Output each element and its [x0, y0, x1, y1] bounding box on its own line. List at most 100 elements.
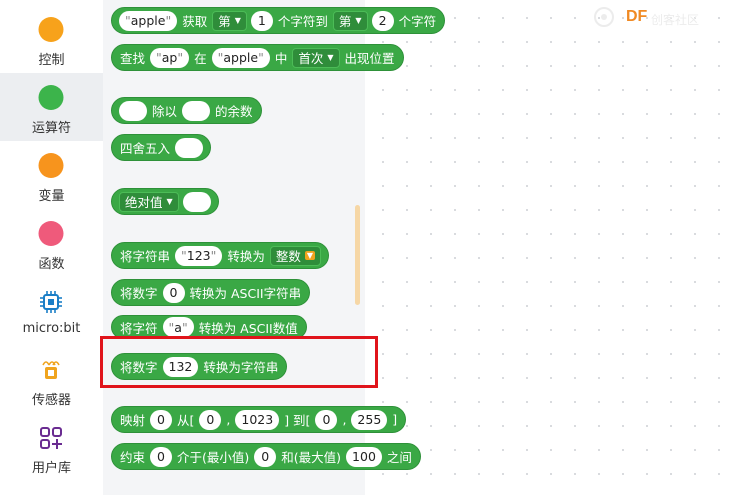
- logo-icon: [590, 6, 618, 28]
- occurrence-dropdown[interactable]: 首次 ▼: [292, 47, 340, 68]
- category-user-library[interactable]: 用户库: [0, 413, 103, 481]
- category-sensors[interactable]: 传感器: [0, 345, 103, 413]
- substring-input[interactable]: " ap ": [150, 47, 190, 68]
- block-string-to-number[interactable]: 将字符串 " 123 " 转换为 整数 ▼: [111, 242, 330, 269]
- caret-down-icon: ▼: [304, 251, 316, 260]
- block-text: 出现位置: [344, 51, 395, 66]
- string-value: apple: [130, 13, 166, 28]
- value-input[interactable]: 0: [150, 446, 173, 467]
- category-operators[interactable]: 运算符: [0, 73, 103, 141]
- from-high-input[interactable]: 1023: [235, 409, 280, 430]
- dividend-input[interactable]: [119, 100, 147, 121]
- block-text: 将字符: [120, 320, 158, 336]
- category-label: 函数: [38, 257, 65, 272]
- block-text: 四舍五入: [120, 141, 171, 156]
- block-text: 获取: [182, 14, 208, 29]
- block-text: ,: [226, 412, 231, 427]
- user-library-icon: [38, 425, 64, 451]
- block-map[interactable]: 映射 0 从[ 0 , 1023 ] 到[ 0 , 255 ]: [111, 406, 407, 433]
- caret-down-icon: ▼: [234, 16, 241, 25]
- block-substring[interactable]: " apple " 获取 第 ▼ 1 个字符到 第 ▼ 2 个字符: [111, 7, 446, 34]
- caret-down-icon: ▼: [166, 197, 173, 206]
- block-text: 映射: [120, 413, 146, 428]
- math-function-dropdown[interactable]: 绝对值 ▼: [119, 191, 179, 212]
- block-text: 中: [274, 51, 288, 66]
- number-input[interactable]: [175, 137, 204, 158]
- block-text: 将字符串: [120, 249, 171, 264]
- from-low-input[interactable]: 0: [199, 409, 222, 430]
- sensor-icon: [38, 357, 64, 383]
- operators-dot-icon: [38, 85, 64, 110]
- block-text: 将数字: [120, 286, 158, 301]
- caret-down-icon: ▼: [355, 16, 362, 25]
- dropdown-value: 整数: [275, 249, 301, 264]
- block-text: 除以: [152, 104, 178, 119]
- block-text: 的余数: [215, 104, 253, 119]
- block-text: ]: [392, 412, 398, 427]
- logo-subtext: 创客社区: [651, 13, 700, 27]
- block-find[interactable]: 查找 " ap " 在 " apple " 中 首次 ▼ 出现位置: [111, 44, 404, 71]
- block-text: 和(最大值): [281, 450, 342, 465]
- number-type-dropdown[interactable]: 整数 ▼: [269, 245, 322, 266]
- block-text: 在: [194, 51, 207, 66]
- block-round[interactable]: 四舍五入: [111, 134, 212, 161]
- block-number-to-ascii[interactable]: 将数字 0 转换为 ASCII字符串: [111, 279, 311, 306]
- block-text: 个字符: [398, 14, 437, 29]
- to-high-input[interactable]: 255: [351, 409, 388, 430]
- max-input[interactable]: 100: [346, 446, 382, 467]
- chip-icon: [38, 289, 64, 315]
- block-text: 转换为 ASCII字符串: [189, 286, 302, 301]
- string-input[interactable]: " 123 ": [175, 245, 223, 266]
- block-text: 查找: [120, 51, 146, 66]
- category-label: 变量: [38, 189, 65, 204]
- dropdown-value: 第: [338, 14, 352, 29]
- block-modulo[interactable]: 除以 的余数: [111, 97, 262, 124]
- variables-dot-icon: [38, 153, 64, 178]
- dropdown-value: 首次: [298, 51, 324, 66]
- highlight-box: [100, 336, 378, 388]
- category-sidebar: 控制 运算符 变量 函数 micro:bit 传感器 用户库: [0, 0, 103, 495]
- category-label: 用户库: [31, 461, 71, 476]
- block-text: 介于(最小值): [177, 450, 250, 465]
- category-label: 运算符: [31, 121, 71, 136]
- to-low-input[interactable]: 0: [315, 409, 338, 430]
- category-label: 传感器: [31, 393, 71, 408]
- block-constrain[interactable]: 约束 0 介于(最小值) 0 和(最大值) 100 之间: [111, 443, 421, 470]
- string-value: 123: [186, 248, 211, 263]
- functions-dot-icon: [38, 221, 64, 246]
- block-text: 从[: [177, 413, 195, 428]
- dropdown-value: 第: [218, 14, 231, 29]
- from-dropdown[interactable]: 第 ▼: [212, 10, 247, 31]
- number-input[interactable]: 0: [162, 282, 185, 303]
- from-index-input[interactable]: 1: [250, 10, 273, 31]
- category-variables[interactable]: 变量: [0, 141, 103, 209]
- min-input[interactable]: 0: [254, 446, 277, 467]
- string-input[interactable]: " apple ": [211, 47, 270, 68]
- block-text: 之间: [386, 450, 412, 465]
- logo-text: DF: [626, 8, 648, 25]
- category-label: 控制: [38, 53, 65, 68]
- code-workspace[interactable]: [365, 0, 733, 495]
- category-control[interactable]: 控制: [0, 5, 103, 73]
- to-dropdown[interactable]: 第 ▼: [332, 10, 368, 31]
- block-absolute[interactable]: 绝对值 ▼: [111, 188, 219, 215]
- string-value: ap: [161, 50, 178, 65]
- char-input[interactable]: " a ": [162, 317, 194, 337]
- block-text: 转换为 ASCII数值: [198, 320, 298, 336]
- to-index-input[interactable]: 2: [371, 10, 394, 31]
- flyout-scrollbar[interactable]: [355, 205, 360, 305]
- string-value: apple: [223, 50, 259, 65]
- block-text: 约束: [120, 450, 146, 465]
- category-functions[interactable]: 函数: [0, 209, 103, 277]
- string-value: a: [174, 319, 182, 335]
- block-text: ] 到[: [284, 413, 311, 428]
- category-microbit[interactable]: micro:bit: [0, 277, 103, 345]
- string-input[interactable]: " apple ": [119, 10, 178, 31]
- block-text: ,: [342, 412, 347, 427]
- dropdown-value: 绝对值: [125, 195, 163, 210]
- number-input[interactable]: [182, 191, 211, 212]
- caret-down-icon: ▼: [327, 53, 334, 62]
- divisor-input[interactable]: [182, 100, 211, 121]
- value-input[interactable]: 0: [150, 409, 173, 430]
- category-label: micro:bit: [22, 321, 81, 336]
